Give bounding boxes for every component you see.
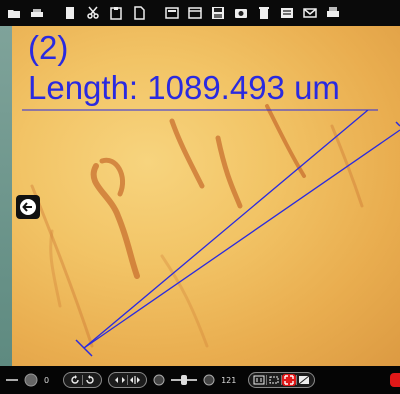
paste-icon[interactable] — [106, 4, 126, 22]
fullscreen-icon[interactable] — [282, 374, 297, 386]
print-icon[interactable] — [323, 4, 343, 22]
left-side-strip — [0, 26, 12, 366]
measure-line-a[interactable] — [83, 109, 369, 349]
view-mode-group — [248, 372, 316, 388]
copy-icon[interactable] — [60, 4, 80, 22]
disk-icon[interactable] — [208, 4, 228, 22]
microscope-image-view[interactable]: (2) Length: 1089.493 um — [12, 26, 400, 366]
snapshot-view-icon[interactable] — [297, 374, 311, 386]
flip-group — [108, 372, 148, 388]
top-toolbar — [0, 0, 400, 26]
flip-vertical-icon[interactable] — [128, 374, 142, 386]
measure-line-b[interactable] — [83, 129, 400, 349]
back-arrow-button[interactable] — [16, 195, 40, 219]
bottom-control-bar: 0 121 — [0, 366, 400, 394]
actual-size-icon[interactable] — [252, 374, 266, 386]
back-arrow-icon — [20, 199, 36, 215]
zoom-out-knob[interactable] — [153, 374, 165, 386]
delete-icon[interactable] — [254, 4, 274, 22]
zoom-value: 121 — [221, 375, 237, 385]
zoom-slider[interactable] — [171, 375, 198, 385]
cut-icon[interactable] — [83, 4, 103, 22]
rotate-group — [63, 372, 103, 388]
layout-icon[interactable] — [162, 4, 182, 22]
rotate-left-icon[interactable] — [68, 374, 82, 386]
exposure-knob[interactable] — [24, 373, 38, 387]
rotate-right-icon[interactable] — [83, 374, 97, 386]
fit-window-icon[interactable] — [267, 374, 281, 386]
flip-horizontal-icon[interactable] — [113, 374, 127, 386]
measurement-length-label: Length: 1089.493 um — [28, 69, 340, 106]
measure-endcap[interactable] — [75, 339, 93, 357]
exposure-value: 0 — [44, 375, 50, 385]
camera-icon[interactable] — [231, 4, 251, 22]
measure-endcap-right[interactable] — [395, 121, 400, 127]
new-icon[interactable] — [129, 4, 149, 22]
open-icon[interactable] — [4, 4, 24, 22]
zoom-in-knob[interactable] — [203, 374, 215, 386]
measurement-index-label: (2) — [28, 29, 69, 66]
pdf-icon[interactable] — [277, 4, 297, 22]
minus-icon[interactable] — [6, 379, 18, 381]
email-icon[interactable] — [300, 4, 320, 22]
save-icon[interactable] — [27, 4, 47, 22]
window-icon[interactable] — [185, 4, 205, 22]
record-button[interactable] — [390, 373, 400, 387]
